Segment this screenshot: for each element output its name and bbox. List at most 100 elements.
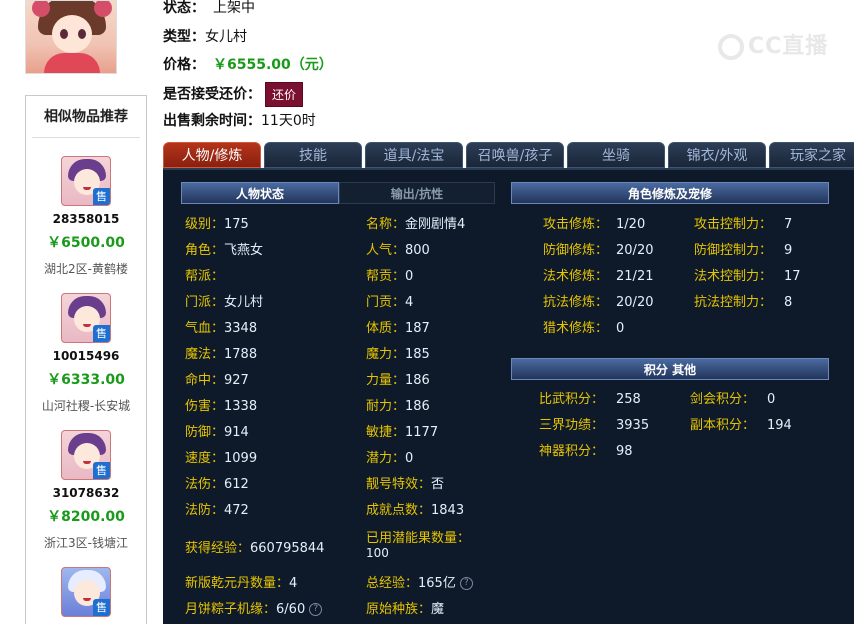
points-merit: 三界功绩： 3935 [539, 418, 650, 433]
similar-item[interactable]: 售 [26, 567, 146, 617]
similar-item-server: 湖北2区-黄鹤楼 [44, 262, 128, 276]
help-icon[interactable]: ? [309, 603, 323, 616]
avatar[interactable]: 售 [61, 156, 111, 206]
stat-qianyuan: 新版乾元丹数量：4 [185, 576, 298, 591]
character-detail-panel: 人物状态 输出/抗性 角色修炼及宠修 积分 其他 级别：175 角色：飞燕女 帮… [163, 168, 854, 624]
sell-tag-icon: 售 [93, 325, 110, 342]
tab-items[interactable]: 道具/法宝 [365, 142, 463, 168]
stat-strength: 力量：186 [366, 373, 430, 388]
remaining-label: 出售剩余时间： [163, 113, 261, 129]
detail-tabs: 人物/修炼 技能 道具/法宝 召唤兽/孩子 坐骑 锦衣/外观 玩家之家 [163, 142, 854, 168]
stat-popularity: 人气：800 [366, 243, 430, 258]
stat-achievement: 成就点数：1843 [366, 503, 465, 518]
ctrl-magic: 法术控制力： 17 [694, 269, 801, 284]
cult-defense: 防御修炼： 20/20 [543, 243, 654, 258]
similar-item-id: 28358015 [52, 212, 120, 226]
stat-constitution: 体质：187 [366, 321, 430, 336]
subtab-char-status[interactable]: 人物状态 [181, 182, 339, 204]
stat-mooncake: 月饼粽子机缘：6/60? [185, 598, 323, 617]
type-label: 类型： [163, 29, 205, 45]
stat-magic-defense: 法防：472 [185, 503, 249, 518]
stat-mp: 魔法：1788 [185, 347, 258, 362]
tab-appearance[interactable]: 锦衣/外观 [668, 142, 766, 168]
similar-item-price: ￥6500.00 [47, 235, 125, 251]
stat-magic-power: 魔力：185 [366, 347, 430, 362]
stat-used-fruit-value: 100 [366, 546, 389, 560]
similar-item-price: ￥6333.00 [47, 372, 125, 388]
remaining-row: 出售剩余时间：11天0时 [163, 110, 316, 130]
status-row: 状态： 上架中 [163, 0, 255, 17]
watermark-logo: CC直播 [718, 28, 828, 60]
similar-item[interactable]: 售 28358015 ￥6500.00 湖北2区-黄鹤楼 [26, 156, 146, 277]
stat-guild: 帮派： [185, 269, 225, 284]
cc-logo-icon [718, 34, 744, 60]
stat-exp: 获得经验：660795844 [185, 541, 325, 556]
stat-total-exp: 总经验：165亿? [366, 572, 473, 591]
tab-mounts[interactable]: 坐骑 [567, 142, 665, 168]
sell-tag-icon: 售 [93, 599, 110, 616]
points-header: 积分 其他 [511, 358, 829, 380]
ctrl-attack: 攻击控制力： 7 [694, 217, 793, 232]
cultivation-header: 角色修炼及宠修 [511, 182, 829, 204]
price-row: 价格： ￥6555.00（元） [163, 54, 333, 74]
status-label: 状态： [163, 0, 205, 16]
points-dungeon: 副本积分： 194 [690, 418, 792, 433]
tab-skills[interactable]: 技能 [264, 142, 362, 168]
similar-item-id: 10015496 [52, 349, 120, 363]
price-value: ￥6555.00（元） [213, 57, 333, 73]
stat-hp: 气血：3348 [185, 321, 258, 336]
stat-guild-contribution: 帮贡：0 [366, 269, 414, 284]
sell-tag-icon: 售 [93, 188, 110, 205]
similar-item-server: 山河社稷-长安城 [41, 399, 131, 413]
character-portrait [25, 0, 117, 74]
bargain-button[interactable]: 还价 [265, 82, 304, 107]
remaining-value: 11天0时 [261, 113, 316, 129]
ctrl-defense: 防御控制力： 9 [694, 243, 793, 258]
tab-character[interactable]: 人物/修炼 [163, 142, 261, 168]
similar-item-id: 31078632 [52, 486, 120, 500]
cult-hunting: 猎术修炼： 0 [543, 321, 625, 336]
similar-item[interactable]: 售 10015496 ￥6333.00 山河社稷-长安城 [26, 293, 146, 414]
tab-pets[interactable]: 召唤兽/孩子 [466, 142, 564, 168]
stat-agility: 敏捷：1177 [366, 425, 439, 440]
stat-origin-race: 原始种族：魔 [366, 602, 445, 617]
sell-tag-icon: 售 [93, 462, 110, 479]
points-pk: 比武积分： 258 [539, 392, 641, 407]
points-artifact: 神器积分： 98 [539, 444, 633, 459]
cult-attack: 攻击修炼： 1/20 [543, 217, 646, 232]
stat-damage: 伤害：1338 [185, 399, 258, 414]
bargain-label: 是否接受还价： [163, 86, 261, 103]
cult-magic: 法术修炼： 21/21 [543, 269, 654, 284]
stat-defense: 防御：914 [185, 425, 249, 440]
stat-level: 级别：175 [185, 217, 249, 232]
stat-hit: 命中：927 [185, 373, 249, 388]
stat-speed: 速度：1099 [185, 451, 258, 466]
avatar[interactable]: 售 [61, 430, 111, 480]
help-icon[interactable]: ? [459, 577, 473, 590]
subtab-output-resist[interactable]: 输出/抗性 [339, 182, 495, 204]
stat-special-id: 靓号特效：否 [366, 477, 445, 492]
bargain-row: 是否接受还价： 还价 [163, 82, 304, 107]
type-value: 女儿村 [205, 29, 247, 45]
stat-magic-damage: 法伤：612 [185, 477, 249, 492]
status-value: 上架中 [213, 0, 255, 16]
watermark-text: CC直播 [748, 34, 829, 59]
stat-role: 角色：飞燕女 [185, 243, 264, 258]
avatar[interactable]: 售 [61, 293, 111, 343]
similar-items-title: 相似物品推荐 [32, 96, 140, 138]
stat-potential: 潜力：0 [366, 451, 414, 466]
ctrl-resist: 抗法控制力： 8 [694, 295, 793, 310]
similar-item-server: 浙江3区-钱塘江 [44, 536, 128, 550]
points-sword: 剑会积分： 0 [690, 392, 776, 407]
stat-name: 名称：金刚剧情4 [366, 217, 466, 232]
similar-item[interactable]: 售 31078632 ￥8200.00 浙江3区-钱塘江 [26, 430, 146, 551]
stat-school-contribution: 门贡：4 [366, 295, 414, 310]
stat-endurance: 耐力：186 [366, 399, 430, 414]
tab-player-home[interactable]: 玩家之家 [769, 142, 854, 168]
stat-used-fruit: 已用潜能果数量： [366, 531, 471, 546]
stat-school: 门派：女儿村 [185, 295, 264, 310]
type-row: 类型：女儿村 [163, 26, 247, 46]
page-root: 状态： 上架中 类型：女儿村 价格： ￥6555.00（元） 是否接受还价： 还价 出… [0, 0, 854, 624]
similar-items-panel: 相似物品推荐 售 28358015 ￥6500.00 湖北2区-黄鹤楼 售 10… [25, 95, 147, 624]
avatar[interactable]: 售 [61, 567, 111, 617]
